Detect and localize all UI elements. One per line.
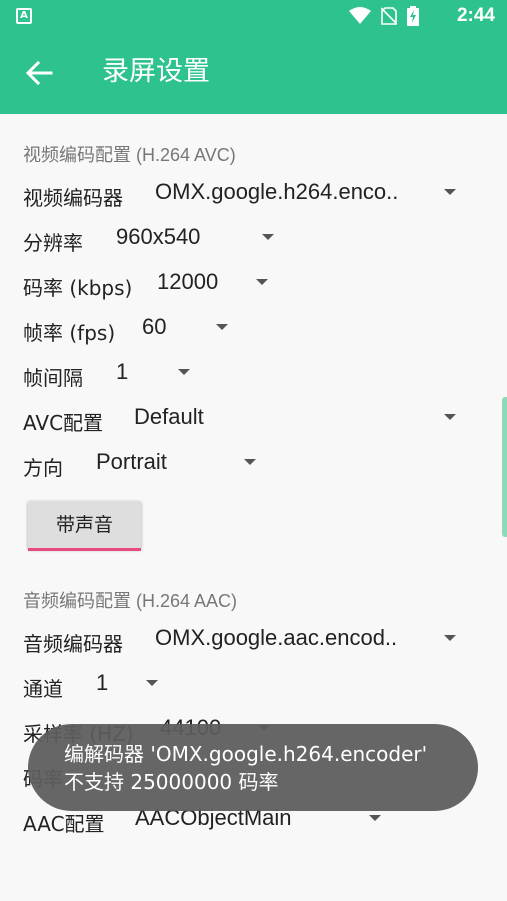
audio-encoder-spinner[interactable]: OMX.google.aac.encod.. [155, 625, 397, 651]
audio-encoder-caret-icon[interactable] [444, 635, 456, 641]
avc-profile-spinner[interactable]: Default [134, 404, 204, 430]
channel-caret-icon[interactable] [146, 680, 158, 686]
iframe-interval-caret-icon[interactable] [178, 369, 190, 375]
iframe-interval-label: 帧间隔 [23, 366, 83, 390]
audio-section-header: 音频编码配置 (H.264 AAC) [23, 591, 238, 611]
toggle-indicator [28, 548, 141, 551]
video-encoder-caret-icon[interactable] [444, 189, 456, 195]
iframe-interval-spinner[interactable]: 1 [116, 359, 128, 385]
aac-profile-caret-icon[interactable] [369, 815, 381, 821]
notification-icon: A [16, 8, 32, 24]
with-audio-label: 带声音 [55, 514, 113, 536]
bitrate-label: 码率 (kbps) [23, 276, 133, 300]
resolution-spinner[interactable]: 960x540 [116, 224, 200, 250]
orientation-label: 方向 [23, 456, 63, 480]
scrollbar-thumb[interactable] [502, 397, 507, 537]
video-encoder-label: 视频编码器 [23, 186, 123, 210]
channel-label: 通道 [23, 677, 63, 701]
resolution-caret-icon[interactable] [262, 234, 274, 240]
audio-encoder-label: 音频编码器 [23, 632, 123, 656]
avc-profile-caret-icon[interactable] [444, 414, 456, 420]
avc-profile-label: AVC配置 [23, 411, 104, 435]
video-section-header: 视频编码配置 (H.264 AVC) [23, 145, 236, 165]
with-audio-toggle-button[interactable]: 带声音 [28, 501, 141, 551]
resolution-label: 分辨率 [23, 231, 83, 255]
orientation-caret-icon[interactable] [244, 459, 256, 465]
app-bar: 录屏设置 [0, 32, 507, 114]
battery-icon [407, 6, 419, 26]
framerate-label: 帧率 (fps) [23, 321, 116, 345]
settings-content: 视频编码配置 (H.264 AVC) 视频编码器 OMX.google.h264… [0, 114, 507, 901]
bitrate-caret-icon[interactable] [256, 279, 268, 285]
toast-text: 编解码器 'OMX.google.h264.encoder' 不支持 25000… [64, 742, 428, 794]
bitrate-spinner[interactable]: 12000 [157, 269, 218, 295]
orientation-spinner[interactable]: Portrait [96, 449, 167, 475]
clock: 2:44 [456, 5, 495, 26]
no-sim-icon [381, 7, 397, 25]
page-title: 录屏设置 [102, 56, 210, 87]
channel-spinner[interactable]: 1 [96, 670, 108, 696]
framerate-spinner[interactable]: 60 [142, 314, 166, 340]
toast-message: 编解码器 'OMX.google.h264.encoder' 不支持 25000… [28, 724, 478, 811]
status-bar: A 2:44 [0, 0, 507, 32]
video-encoder-spinner[interactable]: OMX.google.h264.enco.. [155, 179, 398, 205]
back-arrow-icon[interactable] [24, 58, 54, 88]
wifi-icon [349, 7, 371, 24]
aac-profile-label: AAC配置 [23, 812, 105, 836]
framerate-caret-icon[interactable] [216, 324, 228, 330]
